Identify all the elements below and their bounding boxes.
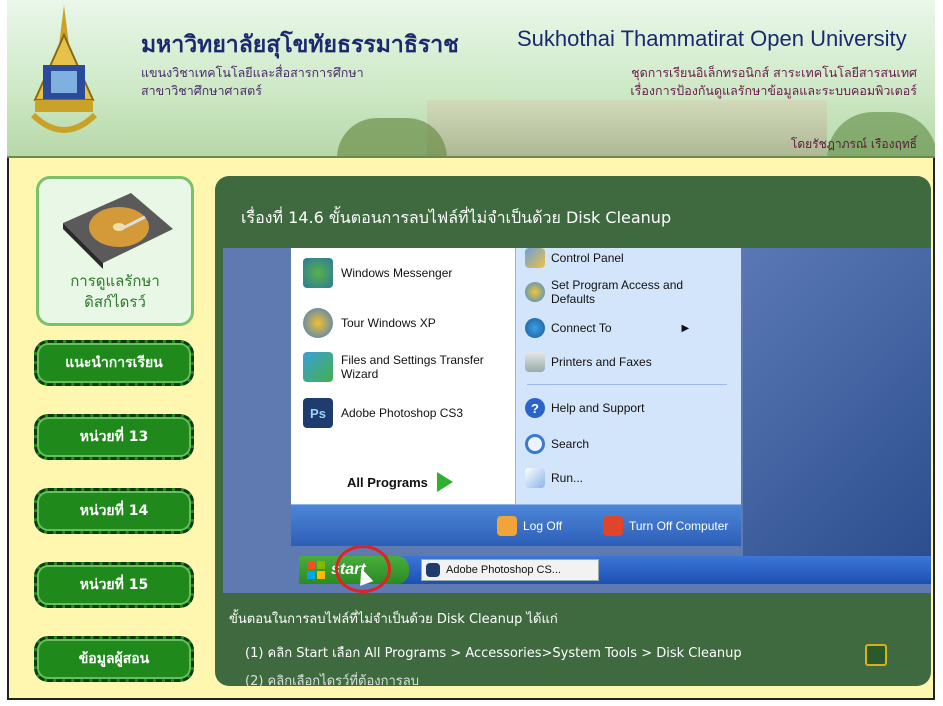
topic-card-label-line1: การดูแลรักษา [70,272,160,290]
taskbar-item-photoshop[interactable]: Adobe Photoshop CS... [421,559,599,581]
menu-item-run[interactable]: Run... [525,468,583,488]
all-programs-arrow-icon[interactable] [437,472,453,492]
building-graphic [427,100,827,156]
menu-item-label: Set Program Access and Defaults [551,278,684,306]
sidebar-item-unit-14[interactable]: หน่วยที่ 14 [34,488,194,534]
submenu-arrow-icon: ▶ [681,322,690,334]
step-1: (1) คลิก Start เลือก All Programs > Acce… [245,646,742,661]
university-title-en: Sukhothai Thammatirat Open University [517,26,907,51]
turn-off-label: Turn Off Computer [629,519,729,533]
menu-item-label: Search [551,437,590,451]
printer-icon [525,352,545,372]
run-icon [525,468,545,488]
course-topic-label: เรื่องการป้องกันดูแลรักษาข้อมูลและระบบคอ… [630,83,917,98]
log-off-label: Log Off [523,519,563,533]
department-label: แขนงวิชาเทคโนโลยีและสื่อสารการศึกษา [141,65,364,80]
menu-item-photoshop[interactable]: Ps Adobe Photoshop CS3 [303,398,463,428]
help-icon: ? [525,398,545,418]
transfer-wizard-icon [303,352,333,382]
topic-card-label-line2: ดิสก์ไดรว์ [84,293,146,311]
menu-item-connect-to[interactable]: Connect To ▶ [525,318,689,338]
menu-item-label: Files and Settings Transfer Wizard [341,353,484,381]
windows-logo-icon [307,561,325,579]
step-2: (2) คลิกเลือกไดรว์ที่ต้องการลบ [245,674,419,686]
tour-icon [303,308,333,338]
menu-item-printers[interactable]: Printers and Faxes [525,352,652,372]
log-off-button[interactable]: Log Off [497,516,562,536]
messenger-icon [303,258,333,288]
menu-item-tour-windows[interactable]: Tour Windows XP [303,308,436,338]
menu-item-label: Tour Windows XP [341,316,436,330]
sidebar-item-unit-13[interactable]: หน่วยที่ 13 [34,414,194,460]
program-access-icon [525,282,545,302]
sidebar-item-instructor[interactable]: ข้อมูลผู้สอน [34,636,194,682]
menu-item-control-panel[interactable]: Control Panel [525,248,624,268]
menu-item-label: Adobe Photoshop CS3 [341,406,464,420]
photoshop-icon: Ps [303,398,333,428]
menu-item-label: Windows Messenger [341,266,453,280]
menu-item-search[interactable]: Search [525,434,589,454]
menu-item-label: Help and Support [551,401,645,415]
search-icon [525,434,545,454]
power-icon [603,516,623,536]
content-panel: เรื่องที่ 14.6 ขั้นตอนการลบไฟล์ที่ไม่จำเ… [215,176,931,686]
menu-item-help-support[interactable]: ? Help and Support [525,398,644,418]
menu-separator [527,384,727,385]
lesson-title: เรื่องที่ 14.6 ขั้นตอนการลบไฟล์ที่ไม่จำเ… [241,208,672,227]
connect-to-icon [525,318,545,338]
university-title-th: มหาวิทยาลัยสุโขทัยธรรมาธิราช [141,31,459,58]
photoshop-icon [426,563,440,577]
topic-card-label: การดูแลรักษา ดิสก์ไดรว์ [39,271,191,313]
sidebar-item-intro[interactable]: แนะนำการเรียน [34,340,194,386]
desktop-background [743,248,931,558]
author-label: โดยรัชฎาภรณ์ เรืองฤทธิ์ [790,137,917,151]
menu-item-label: Printers and Faxes [551,355,652,369]
key-icon [497,516,517,536]
header-banner: มหาวิทยาลัยสุโขทัยธรรมาธิราช แขนงวิชาเทค… [7,0,935,158]
all-programs-label[interactable]: All Programs [347,475,428,490]
topic-card[interactable]: การดูแลรักษา ดิสก์ไดรว์ [36,176,194,326]
control-panel-icon [525,248,545,268]
menu-item-label: Run... [551,471,584,485]
speaker-icon[interactable] [865,644,887,666]
university-logo [30,5,98,133]
menu-item-transfer-wizard[interactable]: Files and Settings Transfer Wizard [303,352,503,382]
course-label: ชุดการเรียนอิเล็กทรอนิกส์ สาระเทคโนโลยีส… [631,65,917,80]
hard-disk-icon [63,193,173,269]
steps-heading: ขั้นตอนในการลบไฟล์ที่ไม่จำเป็นด้วย Disk … [229,612,558,627]
menu-item-label: Connect To [551,321,612,335]
start-menu-screenshot: Windows Messenger Tour Windows XP Files … [223,248,931,593]
sidebar-item-unit-15[interactable]: หน่วยที่ 15 [34,562,194,608]
menu-item-windows-messenger[interactable]: Windows Messenger [303,258,452,288]
faculty-label: สาขาวิชาศึกษาศาสตร์ [141,83,262,98]
menu-item-label: Control Panel [551,251,624,265]
menu-item-program-access[interactable]: Set Program Access and Defaults [525,278,725,306]
turn-off-button[interactable]: Turn Off Computer [603,516,728,536]
taskbar-item-label: Adobe Photoshop CS... [446,564,561,576]
